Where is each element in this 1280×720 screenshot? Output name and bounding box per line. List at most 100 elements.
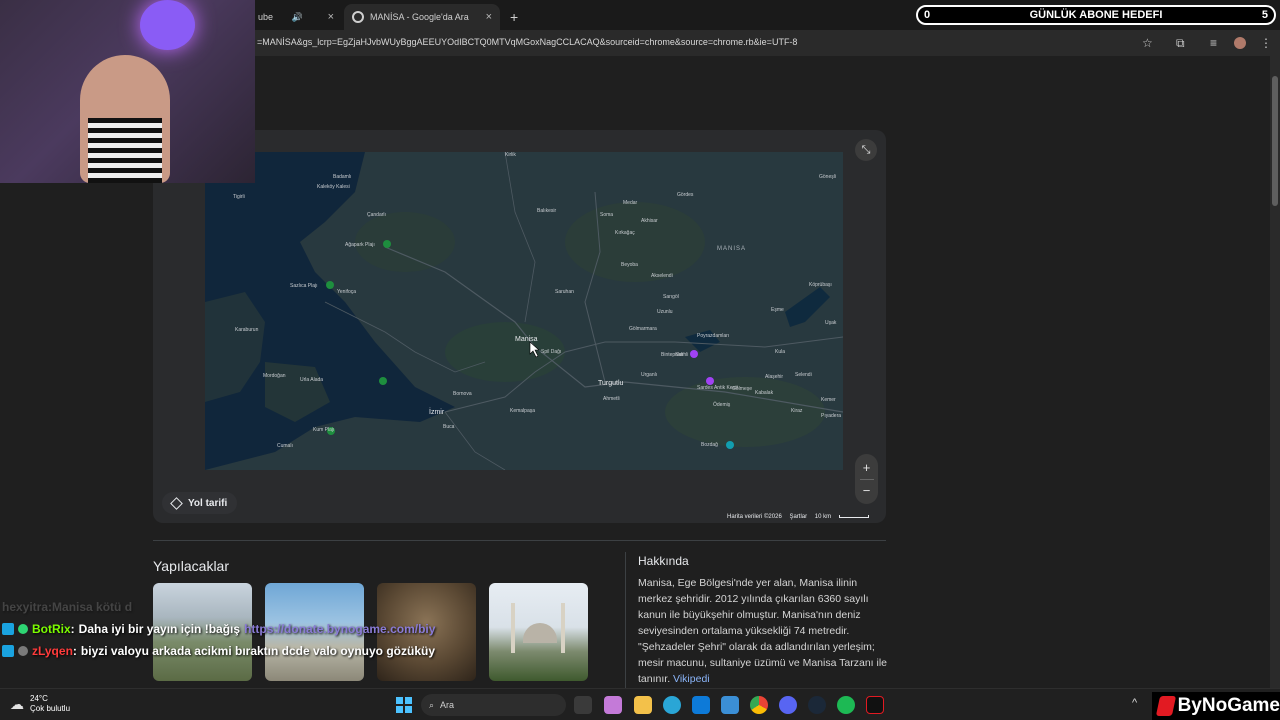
map-label: Kula [775, 349, 786, 355]
tab-label: MANİSA - Google'da Ara [370, 12, 469, 22]
mail-icon[interactable] [721, 696, 739, 714]
chat-badge-icon [2, 645, 14, 657]
media-control-icon[interactable]: ≡ [1210, 36, 1217, 50]
map-label: Kiraz [791, 408, 803, 414]
close-icon[interactable]: × [486, 11, 492, 23]
map-label: Kabalak [755, 390, 774, 396]
directions-button[interactable]: Yol tarifi [162, 492, 238, 514]
new-tab-button[interactable]: + [502, 4, 526, 30]
file-explorer-icon[interactable] [634, 696, 652, 714]
map-label: Bintepeler [661, 352, 684, 358]
start-button[interactable] [396, 697, 412, 713]
map-label: Cumalı [277, 443, 293, 449]
things-to-do-title: Yapılacaklar [153, 558, 230, 574]
bynogame-logo: ByNoGame [1152, 692, 1280, 720]
page-scrollbar[interactable] [1270, 56, 1280, 688]
map-label: Tigirli [233, 194, 245, 200]
goal-title: GÜNLÜK ABONE HEDEFI [1029, 9, 1163, 21]
map-label: Sarıgöl [663, 294, 679, 300]
chrome-icon[interactable] [750, 696, 768, 714]
scale-label: 10 km [814, 514, 832, 520]
tab-label: ube [258, 12, 274, 22]
section-divider [153, 540, 886, 541]
chat-message: BotRix : Daha iyi bir yayın için !bağış … [2, 618, 442, 640]
map-view[interactable]: Kirlik Badamlı Kaleköy Kalesi Tigirli Ça… [205, 152, 843, 470]
chat-username: zLyqen [32, 644, 73, 658]
chat-username: BotRix [32, 622, 71, 636]
map-label: Ödemiş [713, 402, 731, 408]
wikipedia-link[interactable]: Vikipedi [673, 673, 710, 685]
map-label: Yenifoça [337, 289, 356, 295]
chat-message: zLyqen : biyzi valoyu arkada acikmi bıra… [2, 640, 442, 662]
map-label: Ahmetli [603, 396, 620, 402]
tray-chevron-icon[interactable]: ^ [1132, 697, 1137, 709]
neon-sign-icon [140, 0, 195, 50]
chat-username: hexyitra [2, 600, 49, 614]
map-label: Pıyadera [821, 413, 842, 419]
map-data-credit: Harita verileri ©2026 [727, 514, 782, 520]
url-field[interactable]: =MANİSA&gs_lcrp=EgZjaHJvbWUyBggAEEUYOdIB… [257, 37, 797, 47]
tab-youtube[interactable]: ube 🔊 × [250, 4, 342, 30]
temperature: 24°C [30, 694, 48, 703]
map-label: Bornova [453, 391, 472, 397]
search-placeholder: Ara [440, 700, 455, 710]
task-view-icon[interactable] [574, 696, 592, 714]
windows-taskbar: ☁ 24°C Çok bulutlu ⌕ Ara ^ [0, 688, 1280, 720]
zoom-out-button[interactable]: − [863, 480, 871, 502]
close-icon[interactable]: × [328, 11, 334, 23]
map-label: Spil Dağı [541, 349, 562, 355]
steam-icon[interactable] [808, 696, 826, 714]
column-divider [625, 552, 626, 688]
discord-icon[interactable] [779, 696, 797, 714]
map-label: Medar [623, 200, 638, 206]
map-label: Buca [443, 424, 455, 430]
map-label: Gölmarmara [629, 326, 657, 332]
tab-google-search[interactable]: MANİSA - Google'da Ara × [344, 4, 500, 30]
speaker-icon[interactable]: 🔊 [292, 12, 303, 23]
outlook-icon[interactable] [692, 696, 710, 714]
store-icon[interactable] [604, 696, 622, 714]
chat-text: Manisa kötü d [52, 600, 133, 614]
map-label: Balıkesir [537, 208, 557, 214]
taskbar-search[interactable]: ⌕ Ara [421, 694, 566, 716]
scale-bar [838, 515, 869, 518]
chat-separator: : [72, 644, 77, 658]
map-label: Ağapark Plajı [345, 242, 375, 248]
map-label-manisa: Manisa [515, 336, 538, 343]
map-label: Gördes [677, 192, 694, 198]
zoom-in-button[interactable]: + [863, 457, 871, 479]
profile-avatar[interactable] [1234, 37, 1246, 49]
terms-link[interactable]: Şartlar [789, 514, 807, 520]
map-label: Badamlı [333, 174, 352, 180]
weather-condition: Çok bulutlu [30, 704, 71, 713]
menu-icon[interactable]: ⋮ [1260, 36, 1272, 50]
directions-label: Yol tarifi [188, 497, 228, 509]
weather-widget[interactable]: ☁ 24°C Çok bulutlu [10, 694, 70, 714]
about-title: Hakkında [638, 554, 689, 568]
thing-to-do-card-mosque[interactable] [489, 583, 588, 681]
striped-top [88, 118, 162, 183]
spotify-icon[interactable] [837, 696, 855, 714]
collapse-map-icon[interactable]: ⤡ [855, 139, 877, 161]
map-label: Akhisar [641, 218, 658, 224]
map-label: Uzunlu [657, 309, 673, 315]
map-label-turgutlu: Turgutlu [598, 380, 624, 387]
map-label: Selendi [795, 372, 812, 378]
subscriber-goal-bar: 0 GÜNLÜK ABONE HEDEFI 5 [916, 5, 1276, 25]
verified-icon [18, 624, 28, 634]
chat-text: Daha iyi bir yayın için !bağış [78, 622, 241, 636]
map-label: Kemalpaşa [510, 408, 536, 414]
map-label: Kırkağaç [615, 230, 635, 236]
map-label: Beyoba [621, 262, 638, 268]
map-label: Kemer [821, 397, 836, 403]
bookmark-star-icon[interactable]: ☆ [1142, 36, 1153, 50]
app-icon[interactable] [866, 696, 884, 714]
scrollbar-thumb[interactable] [1272, 76, 1278, 206]
webcam-overlay [0, 0, 255, 183]
minaret-shape [561, 603, 565, 653]
map-label: Kirlik [505, 152, 516, 158]
chat-badge-icon [2, 623, 14, 635]
edge-icon[interactable] [663, 696, 681, 714]
map-label-izmir: İzmir [429, 409, 445, 416]
extensions-icon[interactable]: ⧉ [1176, 36, 1185, 51]
